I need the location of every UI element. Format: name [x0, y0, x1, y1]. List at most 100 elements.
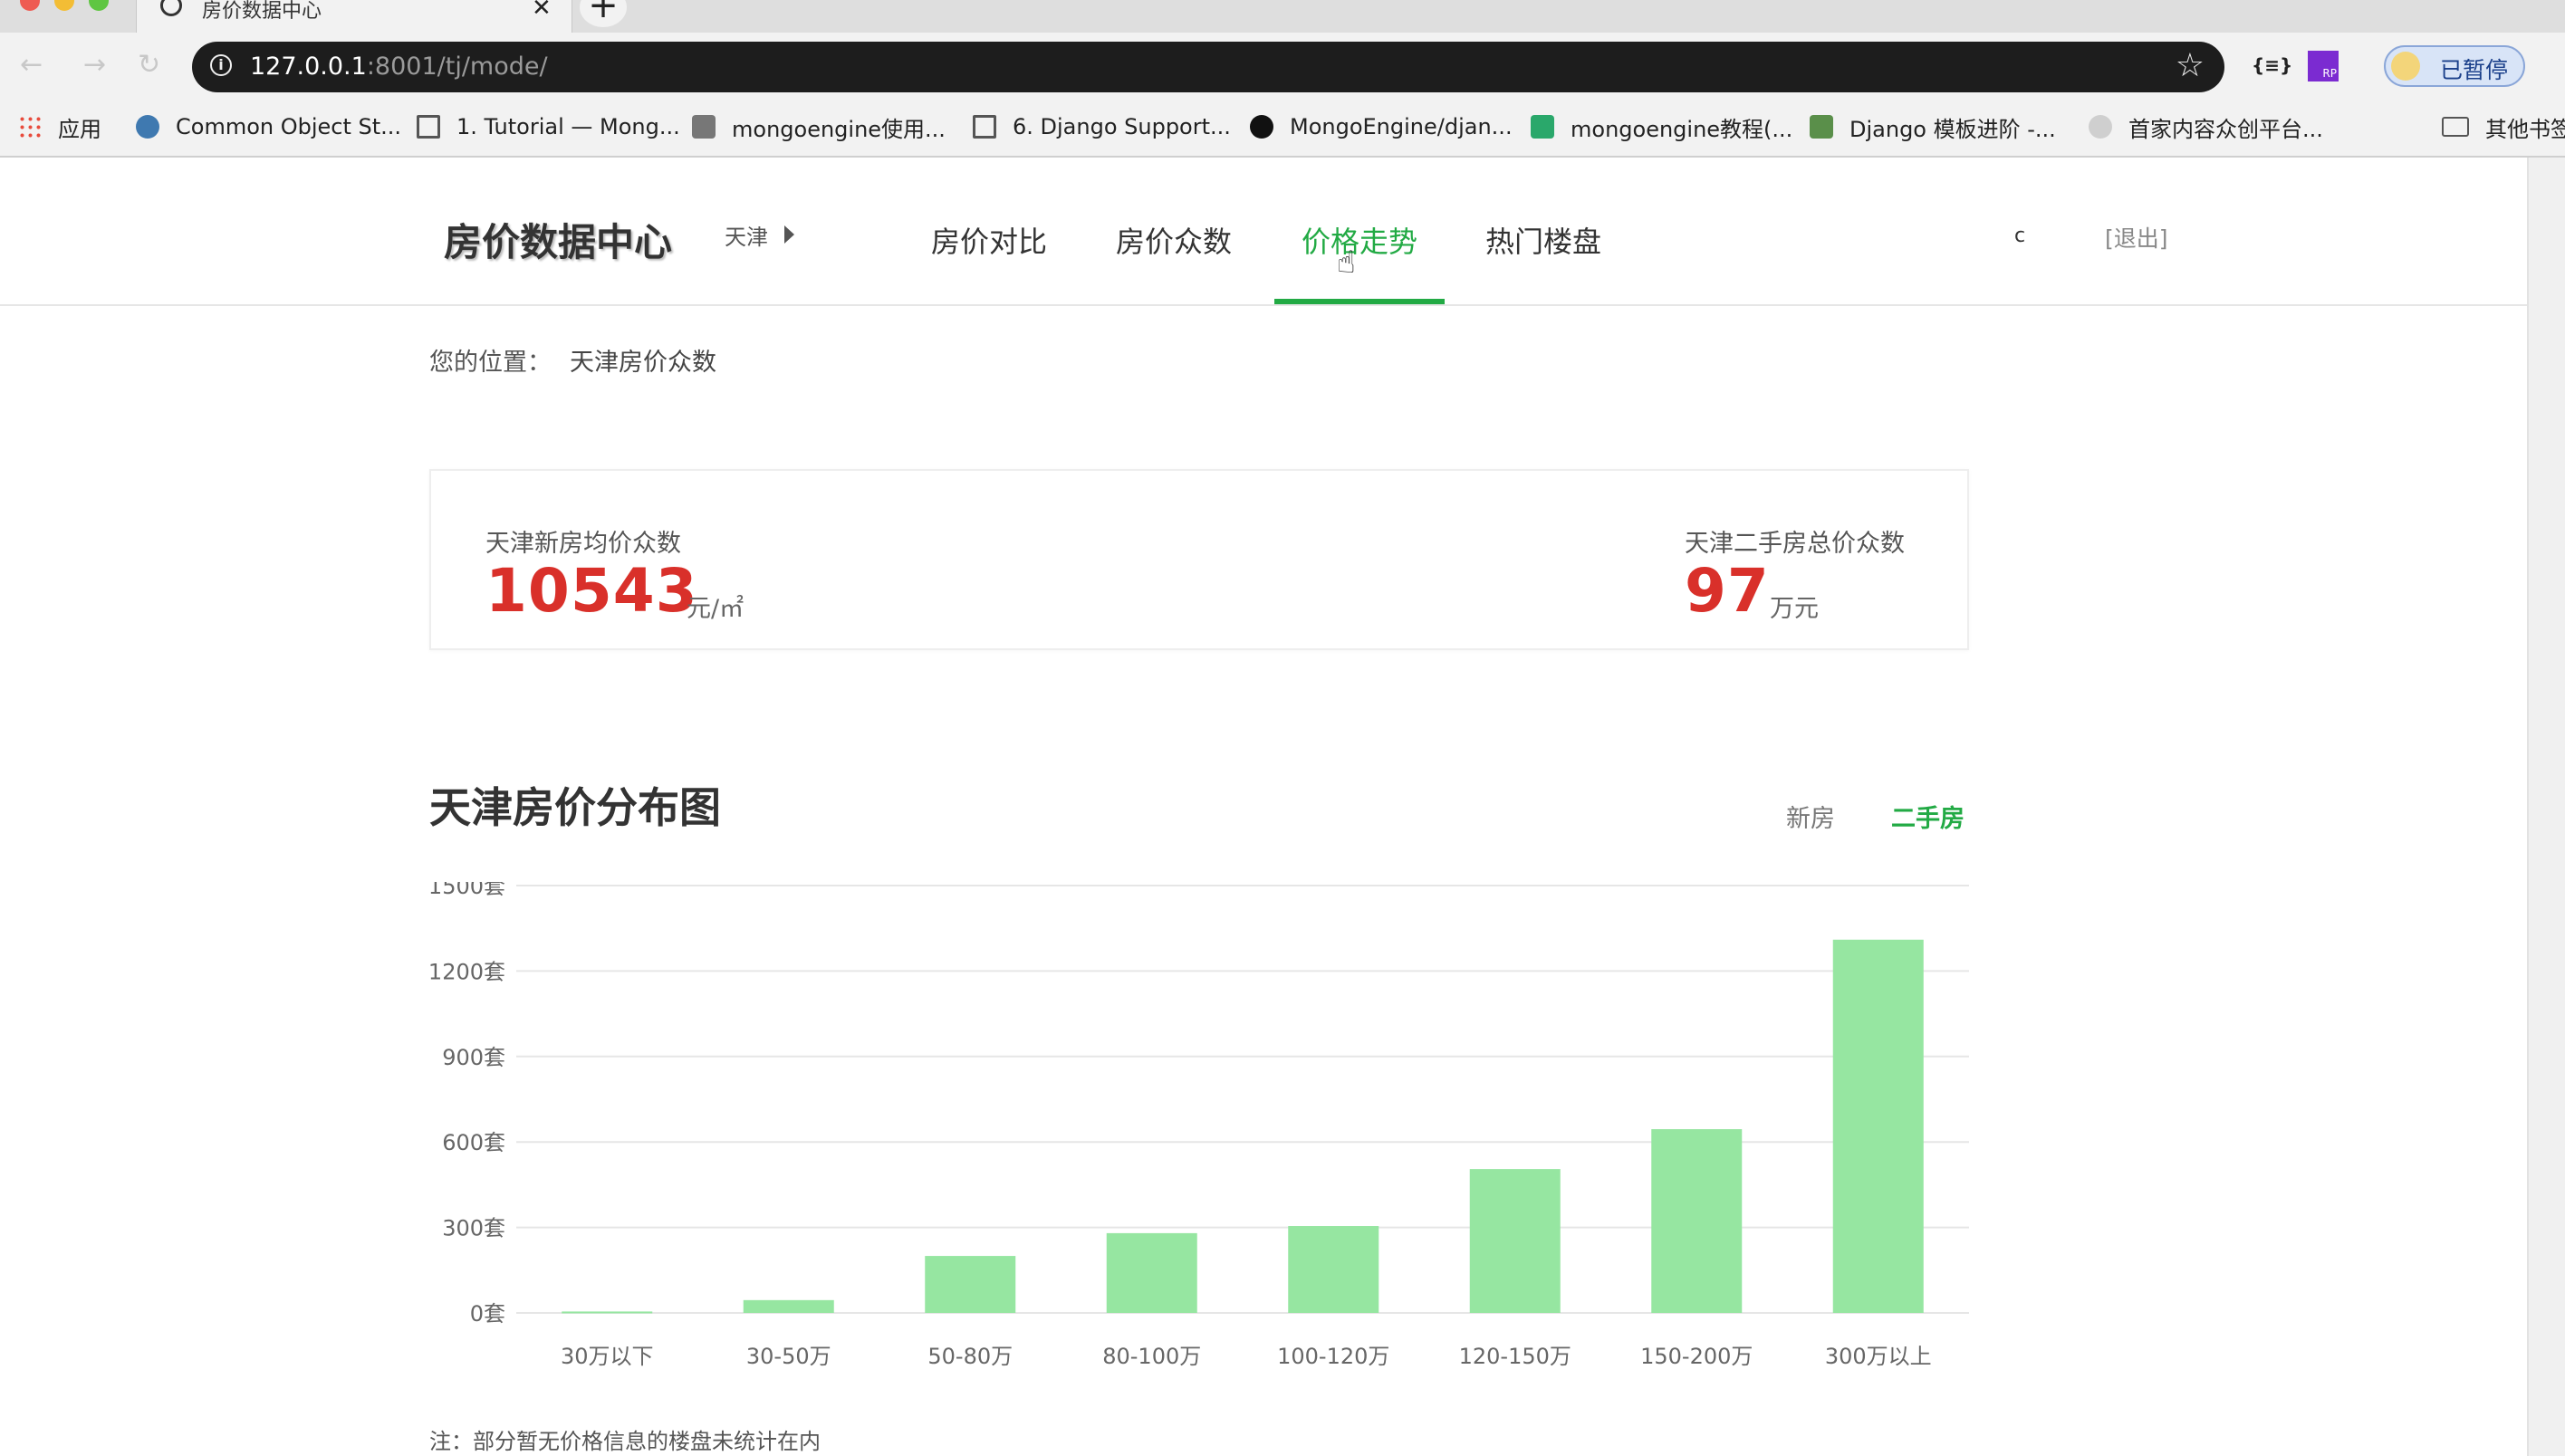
maximize-window-button[interactable] — [89, 0, 109, 11]
nav-item[interactable]: 价格走势 — [1302, 219, 1417, 261]
y-tick-label: 300套 — [442, 1216, 505, 1241]
profile-button[interactable]: 已暂停 — [2384, 45, 2525, 87]
bar[interactable] — [1288, 1226, 1379, 1313]
rp-extension-icon[interactable]: RP — [2308, 51, 2339, 81]
url-host: 127.0.0.1 — [250, 53, 367, 81]
profile-status-label: 已暂停 — [2440, 57, 2509, 83]
forward-arrow-icon[interactable]: → — [83, 49, 106, 81]
bar[interactable] — [925, 1256, 1016, 1313]
nav-item[interactable]: 房价对比 — [931, 219, 1047, 261]
city-label: 天津 — [725, 225, 768, 250]
globe-icon — [2089, 115, 2112, 139]
bookmark-item[interactable]: MongoEngine/djan... — [1250, 109, 1513, 145]
json-extension-icon[interactable]: {≡} — [2252, 54, 2292, 76]
logout-link[interactable]: [退出] — [2105, 221, 2168, 254]
nav-item[interactable]: 热门楼盘 — [1485, 219, 1601, 261]
bookmark-item[interactable]: Django 模板进阶 -... — [1810, 109, 2056, 145]
bar[interactable] — [1469, 1169, 1561, 1313]
bookmark-item[interactable]: 应用 — [18, 109, 101, 145]
bookmark-item[interactable]: mongoengine教程(... — [1531, 109, 1792, 145]
bookmarks-bar: 应用 Common Object St... 1. Tutorial — Mong.… — [0, 101, 2565, 158]
tab-new-house[interactable]: 新房 — [1786, 799, 1835, 834]
y-tick-label: 0套 — [470, 1301, 505, 1327]
x-tick-label: 100-120万 — [1277, 1344, 1389, 1369]
bar[interactable] — [1106, 1232, 1197, 1313]
bookmark-label: 1. Tutorial — Mong... — [456, 114, 680, 139]
second-hand-label: 天津二手房总价众数 — [1685, 530, 1905, 558]
close-window-button[interactable] — [20, 0, 40, 11]
bookmark-item[interactable]: Common Object St... — [136, 109, 401, 145]
stats-card: 天津新房均价众数 10543 元/㎡ 天津二手房总价众数 97 万元 — [429, 469, 1969, 650]
breadcrumb: 您的位置： 天津房价众数 — [429, 342, 716, 378]
other-bookmarks[interactable]: 其他书签 — [2442, 109, 2565, 145]
shield-icon — [692, 115, 716, 139]
second-hand-unit: 万元 — [1770, 595, 1819, 623]
page-content: 房价数据中心 天津 房价对比 房价众数 价格走势 热门楼盘 c [退出] ☝ 您的位置… — [0, 158, 2527, 1456]
doc-icon — [417, 115, 440, 139]
image-icon — [1810, 115, 1833, 139]
bookmark-star-icon[interactable]: ☆ — [2176, 47, 2205, 84]
bookmark-label: mongoengine使用... — [732, 116, 946, 142]
folder-icon — [2442, 117, 2469, 137]
github-icon — [1250, 115, 1273, 139]
new-house-unit: 元/㎡ — [687, 595, 745, 623]
bookmark-item[interactable]: 1. Tutorial — Mong... — [417, 109, 680, 145]
tab-second-hand[interactable]: 二手房 — [1891, 799, 1965, 834]
doc-icon — [973, 115, 996, 139]
y-tick-label: 1500套 — [428, 882, 505, 899]
browser-tab-bar: 房价数据中心 ✕ + — [0, 0, 2565, 33]
y-tick-label: 1200套 — [428, 959, 505, 984]
bar[interactable] — [1651, 1129, 1743, 1313]
url-text[interactable]: 127.0.0.1:8001/tj/mode/ — [250, 53, 548, 81]
y-tick-label: 600套 — [442, 1130, 505, 1155]
x-tick-label: 30万以下 — [561, 1344, 654, 1369]
avatar — [2391, 52, 2420, 81]
python-icon — [136, 115, 159, 139]
x-tick-label: 50-80万 — [927, 1344, 1013, 1369]
x-tick-label: 120-150万 — [1459, 1344, 1571, 1369]
breadcrumb-label: 您的位置： — [429, 349, 552, 377]
new-house-value: 10543 — [485, 556, 698, 626]
bookmark-item[interactable]: 首家内容众创平台... — [2089, 109, 2323, 145]
bookmark-label: mongoengine教程(... — [1571, 116, 1793, 142]
back-arrow-icon[interactable]: ← — [20, 49, 43, 81]
x-tick-label: 150-200万 — [1640, 1344, 1753, 1369]
new-tab-button[interactable]: + — [580, 0, 627, 27]
close-tab-icon[interactable]: ✕ — [532, 0, 552, 22]
x-tick-label: 30-50万 — [746, 1344, 831, 1369]
browser-toolbar: ← → ↻ i 127.0.0.1:8001/tj/mode/ ☆ {≡} RP… — [0, 33, 2565, 101]
bar[interactable] — [1832, 939, 1924, 1313]
x-tick-label: 300万以上 — [1825, 1344, 1932, 1369]
browser-tab[interactable]: 房价数据中心 ✕ — [136, 0, 572, 33]
chart-title: 天津房价分布图 — [429, 783, 721, 832]
caret-right-icon — [784, 225, 794, 244]
bookmark-item[interactable]: mongoengine使用... — [692, 109, 946, 145]
reload-icon[interactable]: ↻ — [138, 49, 160, 81]
url-path: :8001/tj/mode/ — [366, 53, 548, 81]
user-name[interactable]: c — [2014, 225, 2025, 247]
nav-item[interactable]: 房价众数 — [1116, 219, 1232, 261]
bookmark-item[interactable]: 6. Django Support... — [973, 109, 1231, 145]
chart-note: 注：部分暂无价格信息的楼盘未统计在内 — [429, 1429, 821, 1454]
tab-title: 房价数据中心 — [202, 0, 322, 23]
other-bookmarks-label: 其他书签 — [2485, 116, 2565, 142]
city-selector[interactable]: 天津 — [725, 219, 794, 251]
address-bar[interactable]: i 127.0.0.1:8001/tj/mode/ ☆ — [192, 42, 2224, 92]
bookmark-label: 应用 — [58, 116, 101, 142]
bookmark-label: 首家内容众创平台... — [2128, 116, 2323, 142]
minimize-window-button[interactable] — [54, 0, 74, 11]
y-tick-label: 900套 — [442, 1045, 505, 1070]
apps-grid-icon — [18, 115, 42, 139]
second-hand-value: 97 — [1685, 556, 1770, 626]
x-tick-label: 80-100万 — [1102, 1344, 1201, 1369]
bookmark-label: Django 模板进阶 -... — [1849, 116, 2056, 142]
bookmark-label: MongoEngine/djan... — [1290, 114, 1513, 139]
scrollbar[interactable] — [2527, 158, 2565, 1456]
hand-cursor-icon: ☝ — [1337, 244, 1356, 281]
bar[interactable] — [743, 1299, 834, 1313]
site-header: 房价数据中心 天津 房价对比 房价众数 价格走势 热门楼盘 c [退出] ☝ — [0, 158, 2527, 306]
info-icon[interactable]: i — [210, 54, 232, 76]
breadcrumb-current: 天津房价众数 — [570, 349, 716, 377]
site-logo[interactable]: 房价数据中心 — [444, 212, 672, 267]
bar[interactable] — [562, 1311, 653, 1314]
